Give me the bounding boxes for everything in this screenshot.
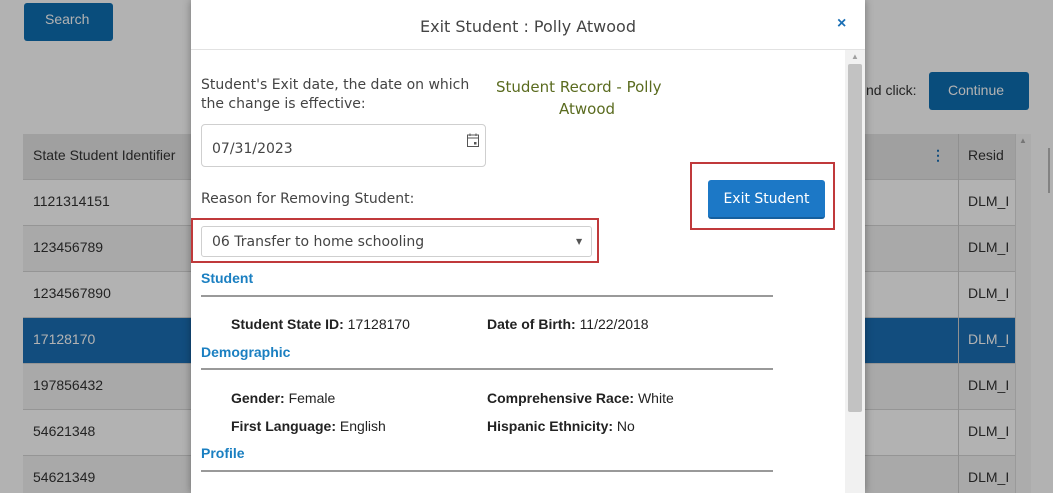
- section-divider: [201, 368, 773, 370]
- first-language-field: First Language: English: [231, 418, 386, 434]
- section-divider: [201, 295, 773, 297]
- exit-date-field[interactable]: 07/31/2023: [201, 124, 486, 167]
- scroll-up-arrow-icon[interactable]: ▲: [851, 52, 859, 61]
- field-value: 17128170: [347, 316, 410, 332]
- field-label: Student State ID:: [231, 316, 344, 332]
- gender-field: Gender: Female: [231, 390, 335, 406]
- reason-label: Reason for Removing Student:: [201, 191, 415, 207]
- field-label: Hispanic Ethnicity:: [487, 418, 614, 434]
- student-record-title: Student Record - Polly Atwood: [496, 76, 716, 120]
- record-title-line2: Atwood: [559, 100, 616, 118]
- field-value: English: [339, 418, 386, 434]
- record-title-line1: Student Record - Polly: [496, 78, 662, 96]
- reason-select[interactable]: 06 Transfer to home schooling ▼: [201, 226, 592, 257]
- field-value: 11/22/2018: [579, 316, 649, 332]
- hispanic-ethnicity-field: Hispanic Ethnicity: No: [487, 418, 635, 434]
- section-title-demographic: Demographic: [201, 344, 291, 360]
- modal-title: Exit Student : Polly Atwood: [420, 17, 636, 36]
- exit-date-value: 07/31/2023: [212, 141, 293, 157]
- student-state-id-field: Student State ID: 17128170: [231, 316, 410, 332]
- field-label: Gender:: [231, 390, 285, 406]
- field-value: Female: [288, 390, 336, 406]
- comprehensive-race-field: Comprehensive Race: White: [487, 390, 674, 406]
- field-value: No: [616, 418, 635, 434]
- calendar-icon[interactable]: [467, 133, 479, 147]
- exit-date-label: Student's Exit date, the date on which t…: [201, 77, 470, 112]
- exit-student-modal: Exit Student : Polly Atwood × Student's …: [191, 0, 865, 493]
- exit-student-button[interactable]: Exit Student: [708, 180, 825, 219]
- section-divider: [201, 470, 773, 472]
- chevron-down-icon[interactable]: ▼: [576, 237, 582, 246]
- date-of-birth-field: Date of Birth: 11/22/2018: [487, 316, 649, 332]
- field-value: White: [637, 390, 674, 406]
- reason-selected-value: 06 Transfer to home schooling: [212, 234, 425, 250]
- modal-header: Exit Student : Polly Atwood ×: [191, 0, 865, 50]
- field-label: First Language:: [231, 418, 337, 434]
- field-label: Date of Birth:: [487, 316, 576, 332]
- section-title-profile: Profile: [201, 445, 245, 461]
- field-label: Comprehensive Race:: [487, 390, 635, 406]
- scrollbar-thumb[interactable]: [848, 64, 862, 412]
- close-icon[interactable]: ×: [837, 15, 846, 33]
- modal-scrollbar[interactable]: ▲: [845, 50, 865, 493]
- section-title-student: Student: [201, 270, 254, 286]
